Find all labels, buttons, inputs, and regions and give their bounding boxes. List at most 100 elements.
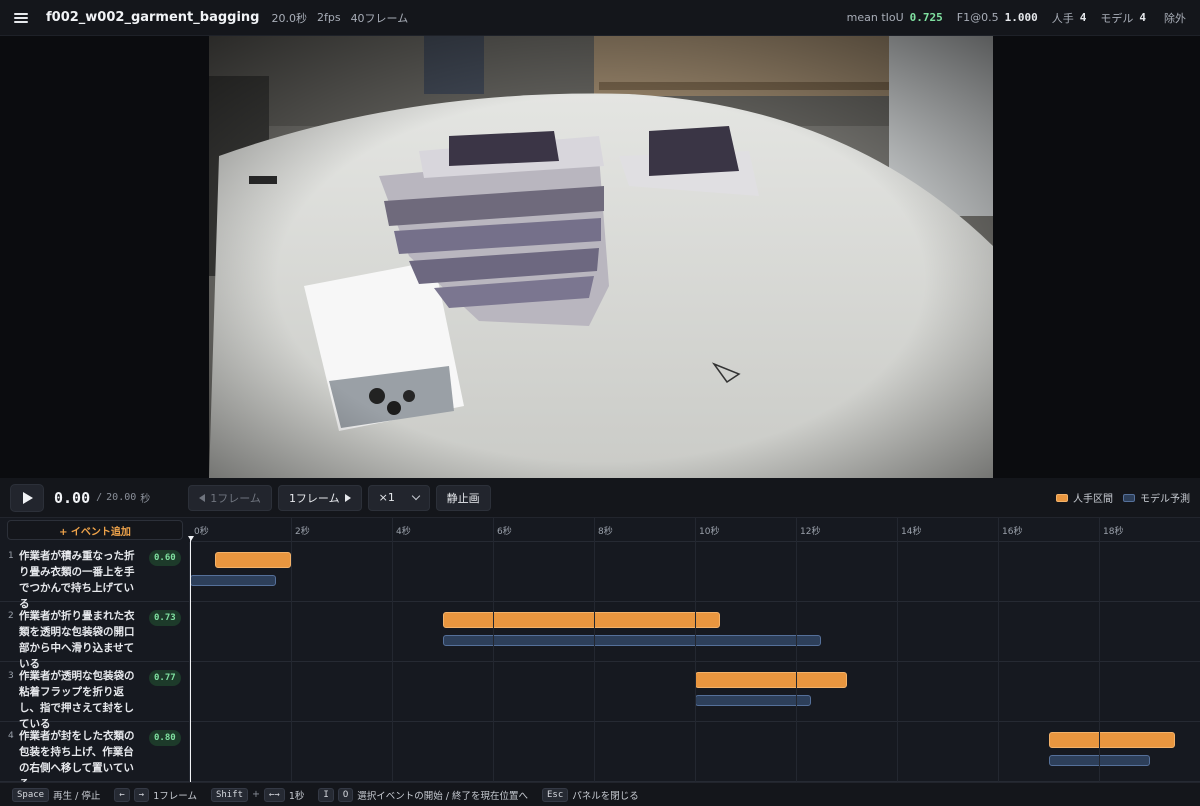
video-frame-image [209, 36, 993, 478]
kbd-space: Space [12, 787, 50, 802]
play-icon [23, 491, 33, 504]
model-segment-bar[interactable] [695, 695, 812, 706]
metric-value-tiou: 0.725 [909, 11, 943, 24]
still-image-button[interactable]: 静止画 [435, 484, 491, 511]
time-separator: / [96, 492, 103, 503]
speed-value: ×1 [378, 491, 395, 504]
playback-controls: 0.00 / 20.00 秒 1フレーム 1フレーム ×1 静止画 人手区間 モ… [0, 478, 1200, 518]
event-row[interactable]: 2 作業者が折り畳まれた衣類を透明な包装袋の開口部から中へ滑り込ませている 0.73 [0, 602, 1200, 670]
metric-label-model: モデル [1100, 11, 1134, 25]
event-tiou-badge: 0.77 [149, 670, 181, 686]
tick-label: 12秒 [800, 527, 821, 537]
tick-label: 2秒 [295, 527, 310, 537]
kbd-esc: Esc [542, 787, 569, 802]
event-tiou-badge: 0.73 [149, 610, 181, 626]
play-button[interactable] [10, 483, 44, 512]
legend-model-label: モデル予測 [1140, 494, 1190, 505]
chevron-down-icon [411, 491, 420, 501]
model-segment-bar[interactable] [442, 635, 822, 646]
human-segment-bar[interactable] [1048, 732, 1175, 748]
video-title: f002_w002_garment_bagging [46, 10, 260, 25]
event-row-label[interactable]: 1 作業者が積み重なった折り畳み衣類の一番上を手でつかんで持ち上げている 0.60 [0, 542, 190, 610]
shortcut-help-bar: Space 再生 / 停止 ← → 1フレーム Shift + ←→ 1秒 I … [0, 782, 1200, 806]
event-index: 3 [8, 671, 14, 681]
tick-label: 8秒 [598, 527, 613, 537]
grid-line [1099, 518, 1100, 782]
event-description: 作業者が透明な包装袋の粘着フラップを折り返し、指で押さえて封をしている [19, 670, 135, 730]
kbd-o: O [337, 787, 354, 802]
video-fps: 2fps [316, 11, 341, 24]
event-tiou-badge: 0.60 [149, 550, 181, 566]
kbd-right: → [133, 787, 150, 802]
grid-line [897, 518, 898, 782]
prev-frame-button[interactable]: 1フレーム [188, 484, 272, 511]
metrics-summary: mean tIoU 0.725 F1@0.5 1.000 人手 4 モデル 4 … [833, 10, 1186, 26]
prev-frame-label: 1フレーム [210, 491, 261, 505]
video-frame-count: 40フレーム [350, 11, 409, 25]
add-event-button[interactable]: + イベント追加 [7, 520, 183, 540]
event-row-label[interactable]: 2 作業者が折り畳まれた衣類を透明な包装袋の開口部から中へ滑り込ませている 0.73 [0, 602, 190, 670]
playhead[interactable] [190, 536, 191, 782]
human-segment-bar[interactable] [215, 552, 291, 568]
shortcut-second-desc: 1秒 [288, 790, 305, 802]
event-row[interactable]: 4 作業者が封をした衣類の包装を持ち上げ、作業台の右側へ移して置いている 0.80 [0, 722, 1200, 790]
event-description: 作業者が折り畳まれた衣類を透明な包装袋の開口部から中へ滑り込ませている [19, 610, 135, 670]
tick-label: 14秒 [901, 527, 922, 537]
event-description: 作業者が封をした衣類の包装を持ち上げ、作業台の右側へ移して置いている [19, 730, 135, 790]
human-segment-bar[interactable] [695, 672, 847, 688]
grid-line [594, 518, 595, 782]
tick-label: 10秒 [699, 527, 720, 537]
event-index: 2 [8, 611, 14, 621]
metric-label-tiou: mean tIoU [846, 11, 904, 24]
metric-value-model: 4 [1139, 11, 1146, 24]
metric-value-f1: 1.000 [1004, 11, 1038, 24]
still-image-label: 静止画 [446, 491, 480, 505]
video-duration: 20.0秒 [271, 11, 307, 25]
video-frame[interactable] [209, 36, 993, 478]
kbd-shift: Shift [210, 787, 249, 802]
event-row-label[interactable]: 3 作業者が透明な包装袋の粘着フラップを折り返し、指で押さえて封をしている 0.77 [0, 662, 190, 730]
legend-human-swatch [1056, 493, 1068, 502]
tick-label: 4秒 [396, 527, 411, 537]
current-time: 0.00 [54, 488, 91, 507]
shortcut-esc-desc: パネルを閉じる [572, 790, 639, 802]
event-row[interactable]: 1 作業者が積み重なった折り畳み衣類の一番上を手でつかんで持ち上げている 0.60 [0, 542, 1200, 610]
tick-label: 16秒 [1002, 527, 1023, 537]
event-index: 4 [8, 731, 14, 741]
grid-line [291, 518, 292, 782]
exclude-button[interactable]: 除外 [1164, 10, 1186, 26]
shortcut-play-desc: 再生 / 停止 [53, 790, 101, 802]
event-description: 作業者が積み重なった折り畳み衣類の一番上を手でつかんで持ち上げている [19, 550, 135, 610]
shortcut-frame-desc: 1フレーム [153, 790, 197, 802]
tick-label: 0秒 [194, 527, 209, 537]
legend-model-swatch [1123, 493, 1135, 502]
event-index: 1 [8, 551, 14, 561]
human-segment-bar[interactable] [442, 612, 721, 628]
video-stage [0, 36, 1200, 478]
chevron-right-icon [344, 493, 351, 502]
grid-line [493, 518, 494, 782]
next-frame-button[interactable]: 1フレーム [277, 484, 362, 511]
kbd-i: I [318, 787, 334, 802]
next-frame-label: 1フレーム [288, 491, 340, 505]
playback-speed-select[interactable]: ×1 [367, 484, 430, 511]
shortcut-io-desc: 選択イベントの開始 / 終了を現在位置へ [357, 790, 528, 802]
event-row[interactable]: 3 作業者が透明な包装袋の粘着フラップを折り返し、指で押さえて封をしている 0.77 [0, 662, 1200, 730]
top-bar: f002_w002_garment_bagging 20.0秒 2fps 40フ… [0, 0, 1200, 36]
grid-line [392, 518, 393, 782]
event-row-label[interactable]: 4 作業者が封をした衣類の包装を持ち上げ、作業台の右側へ移して置いている 0.80 [0, 722, 190, 790]
metric-value-human: 4 [1079, 11, 1087, 24]
model-segment-bar[interactable] [190, 575, 276, 586]
time-unit: 秒 [140, 494, 151, 505]
playhead-handle-icon[interactable] [188, 536, 194, 541]
kbd-shift-arrows: ←→ [264, 787, 285, 802]
timeline-legend: 人手区間 モデル予測 [1046, 490, 1190, 505]
tick-label: 18秒 [1103, 527, 1124, 537]
grid-line [998, 518, 999, 782]
event-timeline: + イベント追加 0秒 2秒 4秒 6秒 8秒 10秒 12秒 14秒 16秒 18秒 1 作業者が… [0, 518, 1200, 790]
total-time: 20.00 [106, 492, 137, 503]
kbd-left: ← [114, 787, 130, 802]
event-tiou-badge: 0.80 [149, 730, 181, 746]
hamburger-menu-icon[interactable] [14, 12, 28, 23]
tick-label: 6秒 [497, 527, 512, 537]
